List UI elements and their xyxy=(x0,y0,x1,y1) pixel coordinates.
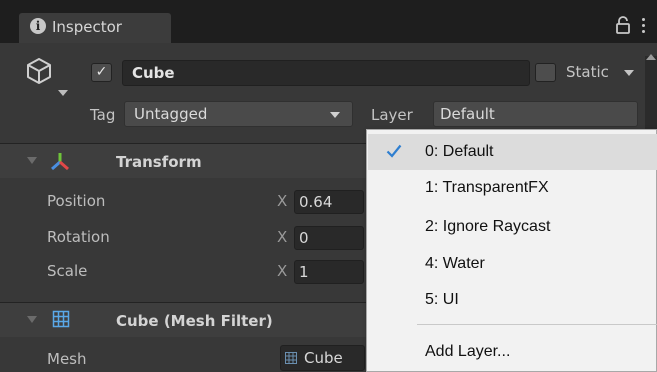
position-label[interactable]: Position xyxy=(47,192,105,210)
layer-dropdown[interactable]: Default xyxy=(433,101,638,127)
menu-item-layer-0[interactable]: 0: Default xyxy=(368,134,657,170)
static-dropdown-caret-icon[interactable] xyxy=(624,70,634,76)
menu-item-layer-5[interactable]: 5: UI xyxy=(368,282,657,318)
gameobject-cube-icon[interactable] xyxy=(24,56,54,86)
menu-item-layer-1[interactable]: 1: TransparentFX xyxy=(368,170,657,206)
tag-dropdown-caret-icon xyxy=(330,112,340,118)
scroll-up-icon[interactable] xyxy=(646,54,656,60)
check-icon xyxy=(386,144,402,158)
scale-label[interactable]: Scale xyxy=(47,262,87,280)
layer-dropdown-menu: 0: Default 1: TransparentFX 2: Ignore Ra… xyxy=(366,129,657,372)
mesh-filter-fold-icon[interactable] xyxy=(27,316,37,323)
info-icon: i xyxy=(30,18,46,34)
transform-icon xyxy=(51,153,69,171)
tag-dropdown[interactable]: Untagged xyxy=(124,101,353,127)
inspector-tab-label: Inspector xyxy=(52,18,122,36)
scale-x-field[interactable]: 1 xyxy=(294,260,364,284)
rotation-x-field[interactable]: 0 xyxy=(294,226,364,250)
menu-item-label: 2: Ignore Raycast xyxy=(425,218,551,235)
menu-item-label: 5: UI xyxy=(425,291,459,308)
menu-item-layer-2[interactable]: 2: Ignore Raycast xyxy=(368,209,657,245)
icon-picker-caret-icon[interactable] xyxy=(58,90,68,96)
mesh-label[interactable]: Mesh xyxy=(47,350,87,368)
position-x-field[interactable]: 0.64 xyxy=(294,190,364,214)
rotation-label[interactable]: Rotation xyxy=(47,228,110,246)
position-x-axis-label[interactable]: X xyxy=(277,192,287,210)
lock-icon[interactable] xyxy=(614,15,632,35)
menu-item-label: 4: Water xyxy=(425,255,485,272)
menu-separator xyxy=(417,324,657,325)
menu-item-label: Add Layer... xyxy=(425,343,511,360)
menu-item-label: 1: TransparentFX xyxy=(425,179,549,196)
more-options-icon[interactable] xyxy=(640,15,646,35)
rotation-x-axis-label[interactable]: X xyxy=(277,228,287,246)
mesh-grid-icon xyxy=(285,352,297,364)
menu-item-layer-4[interactable]: 4: Water xyxy=(368,246,657,282)
scale-x-axis-label[interactable]: X xyxy=(277,262,287,280)
menu-item-add-layer[interactable]: Add Layer... xyxy=(368,334,657,370)
mesh-filter-icon xyxy=(52,310,70,328)
static-checkbox[interactable] xyxy=(535,63,556,82)
object-name-field[interactable]: Cube xyxy=(122,60,530,86)
active-toggle[interactable]: ✓ xyxy=(91,63,112,82)
transform-title: Transform xyxy=(116,153,202,171)
menu-item-label: 0: Default xyxy=(425,143,494,160)
static-label[interactable]: Static xyxy=(566,63,609,81)
mesh-filter-title: Cube (Mesh Filter) xyxy=(116,312,273,330)
tag-label: Tag xyxy=(90,106,116,124)
transform-fold-icon[interactable] xyxy=(27,157,37,164)
layer-label: Layer xyxy=(371,106,413,124)
